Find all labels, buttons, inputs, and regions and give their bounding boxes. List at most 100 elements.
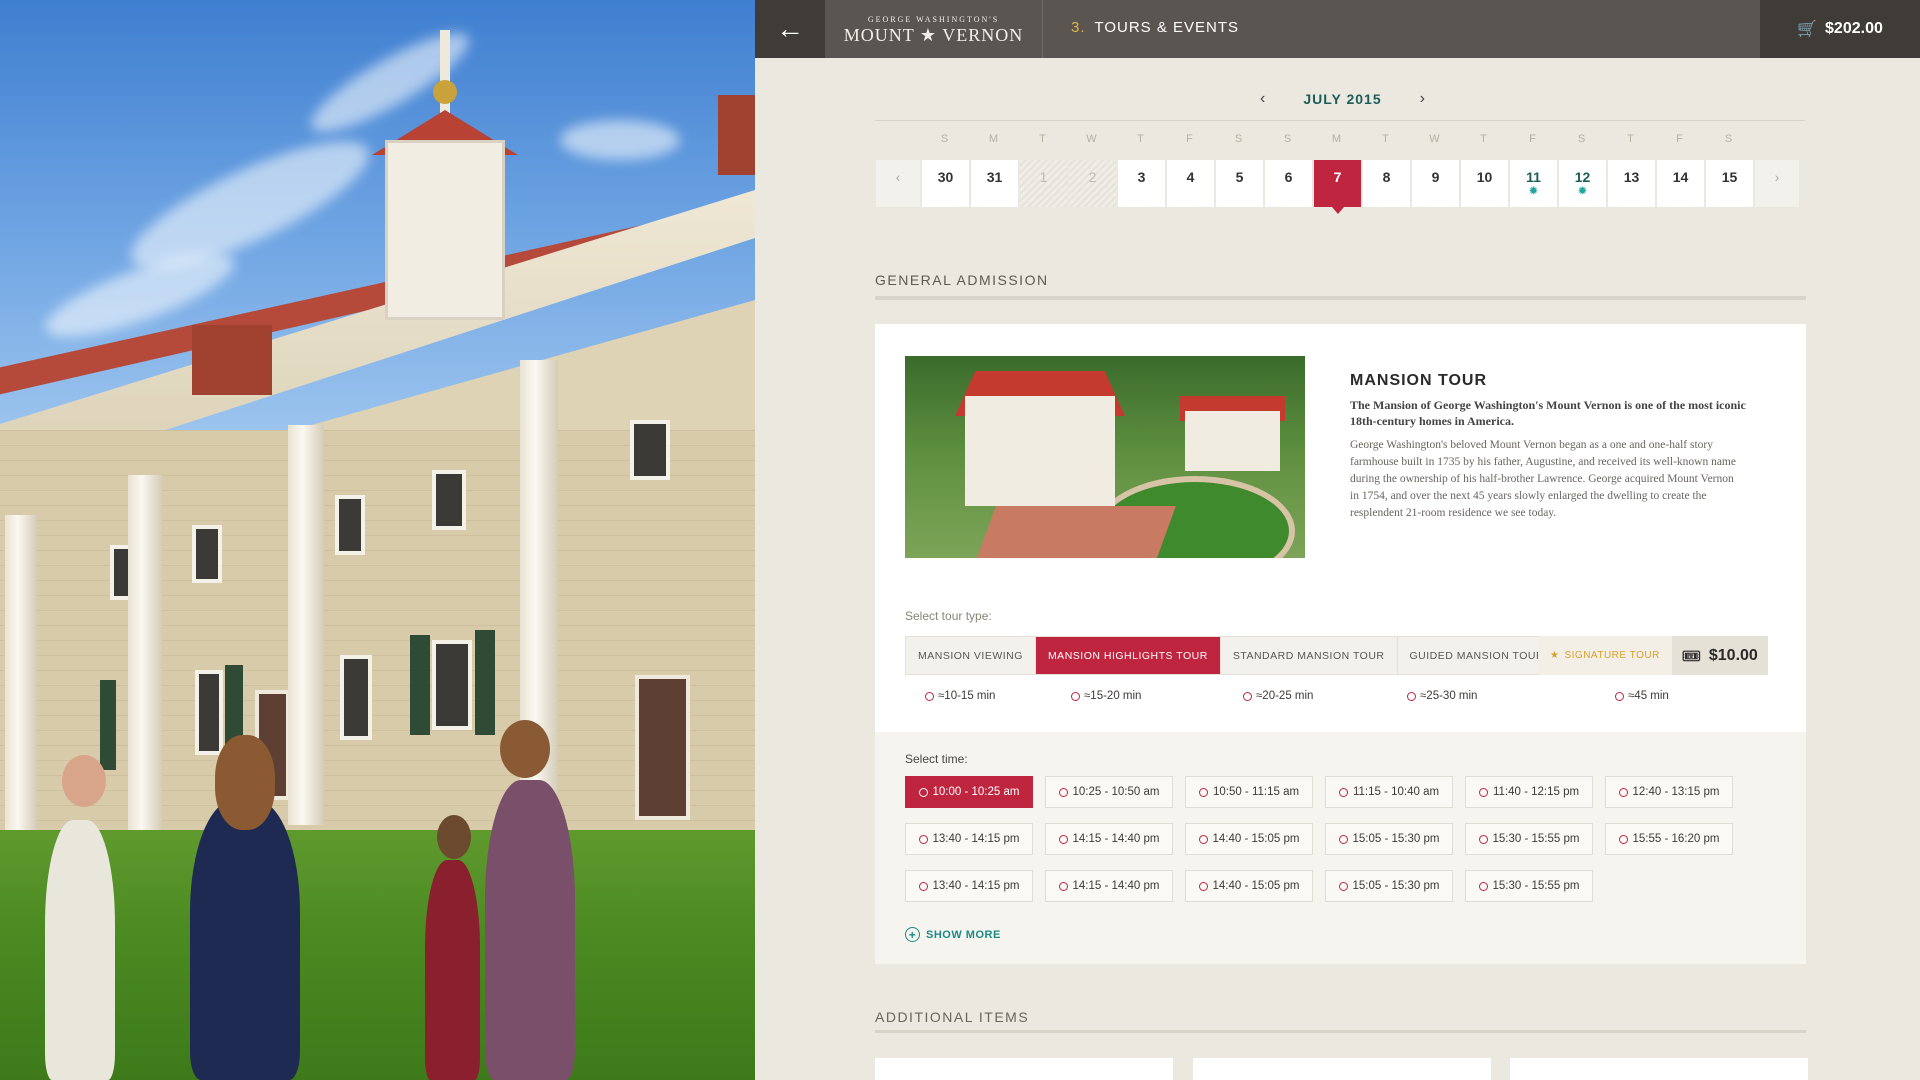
show-more-button[interactable]: + SHOW MORE <box>905 927 1001 942</box>
weekday-label: S <box>940 133 949 145</box>
date-cell[interactable]: 14 <box>1657 160 1704 207</box>
weekday-label: S <box>1577 133 1586 145</box>
tour-type-tab[interactable]: MANSION VIEWING <box>906 637 1036 674</box>
clock-icon <box>1615 691 1624 701</box>
date-number: 10 <box>1476 169 1493 185</box>
time-slot-label: 15:30 - 15:55 pm <box>1492 880 1580 892</box>
next-week-button[interactable]: › <box>1755 160 1799 207</box>
clock-icon <box>1478 881 1488 891</box>
tour-type-selector: MANSION VIEWING MANSION HIGHLIGHTS TOUR ST… <box>905 636 1559 675</box>
time-slot-button[interactable]: 13:40 - 14:15 pm <box>905 823 1033 855</box>
date-cell[interactable]: 4 <box>1167 160 1214 207</box>
weekday-label: W <box>1086 133 1097 145</box>
duration-text: ≈15-20 min <box>1084 690 1142 702</box>
date-number: 31 <box>986 169 1003 185</box>
time-slot-button[interactable]: 14:15 - 14:40 pm <box>1045 823 1173 855</box>
time-slot-button[interactable]: 11:40 - 12:15 pm <box>1465 776 1593 808</box>
time-slot-button[interactable]: 11:15 - 10:40 am <box>1325 776 1453 808</box>
time-slot-label: 13:40 - 14:15 pm <box>932 880 1020 892</box>
time-slot-button[interactable]: 14:40 - 15:05 pm <box>1185 870 1313 902</box>
cart-button[interactable]: 🛒 $202.00 <box>1760 0 1920 58</box>
logo-title: MOUNT ★ VERNON <box>843 25 1024 45</box>
weekday-label: T <box>1137 133 1144 145</box>
plus-circle-icon: + <box>905 927 920 942</box>
date-number: 13 <box>1623 169 1640 185</box>
time-slot-button[interactable]: 15:05 - 15:30 pm <box>1325 823 1453 855</box>
date-cell[interactable]: 12 ✹ <box>1559 160 1606 207</box>
logo-tagline: GEORGE WASHINGTON'S <box>867 15 1000 24</box>
tour-duration: ≈20-25 min <box>1243 690 1313 702</box>
prev-month-button[interactable]: ‹ <box>1260 90 1265 108</box>
date-cell[interactable]: 11 ✹ <box>1510 160 1557 207</box>
date-number: 1 <box>1039 169 1048 185</box>
additional-item-card[interactable] <box>1193 1058 1491 1080</box>
logo[interactable]: GEORGE WASHINGTON'S MOUNT ★ VERNON <box>825 0 1043 58</box>
date-cell[interactable]: 15 <box>1706 160 1753 207</box>
signature-tour-label: ★ SIGNATURE TOUR <box>1538 636 1672 675</box>
clock-icon <box>1618 787 1628 797</box>
weekday-label: T <box>1382 133 1389 145</box>
clock-icon <box>1058 881 1068 891</box>
signature-tour-option[interactable]: ★ SIGNATURE TOUR 🎟 $10.00 <box>1538 636 1768 675</box>
calendar-divider <box>875 120 1805 121</box>
date-cell[interactable]: 3 <box>1118 160 1165 207</box>
time-slot-button[interactable]: 14:40 - 15:05 pm <box>1185 823 1313 855</box>
prev-week-button[interactable]: ‹ <box>876 160 920 207</box>
time-slot-button[interactable]: 15:05 - 15:30 pm <box>1325 870 1453 902</box>
additional-item-card[interactable] <box>875 1058 1173 1080</box>
time-slot-label: 11:15 - 10:40 am <box>1352 786 1440 798</box>
date-cell[interactable]: 9 <box>1412 160 1459 207</box>
arrow-left-icon: ← <box>776 13 804 44</box>
additional-divider <box>875 1030 1806 1033</box>
date-cell[interactable]: 7 <box>1314 160 1361 214</box>
clock-icon <box>1198 881 1208 891</box>
date-number: 15 <box>1721 169 1738 185</box>
tour-type-tab[interactable]: STANDARD MANSION TOUR <box>1220 637 1398 674</box>
date-cell[interactable]: 5 <box>1216 160 1263 207</box>
additional-item-card[interactable] <box>1510 1058 1808 1080</box>
date-number: 5 <box>1235 169 1244 185</box>
time-slot-label: 12:40 - 13:15 pm <box>1632 786 1720 798</box>
clock-icon <box>1058 787 1068 797</box>
tour-type-tab[interactable]: GUIDED MANSION TOUR <box>1397 637 1558 674</box>
back-button[interactable]: ← <box>755 0 825 58</box>
time-slot-label: 11:40 - 12:15 pm <box>1492 786 1580 798</box>
time-slot-label: 15:05 - 15:30 pm <box>1352 880 1440 892</box>
time-slot-button[interactable]: 14:15 - 14:40 pm <box>1045 870 1173 902</box>
time-slot-button[interactable]: 10:50 - 11:15 am <box>1185 776 1313 808</box>
tour-duration: ≈10-15 min <box>925 690 995 702</box>
event-marker-icon: ✹ <box>1578 186 1587 197</box>
duration-text: ≈20-25 min <box>1256 690 1314 702</box>
date-cell[interactable]: 13 <box>1608 160 1655 207</box>
date-number: 9 <box>1431 169 1440 185</box>
next-month-button[interactable]: › <box>1420 90 1425 108</box>
date-cell[interactable]: 8 <box>1363 160 1410 207</box>
date-cell[interactable]: 10 <box>1461 160 1508 207</box>
tour-type-label: Select tour type: <box>905 609 992 623</box>
time-slot-button[interactable]: 15:30 - 15:55 pm <box>1465 823 1593 855</box>
time-slot-button[interactable]: 15:55 - 16:20 pm <box>1605 823 1733 855</box>
date-strip: ‹ 30 31 1 2 3 4 5 6 7 8 9 10 11 ✹ 12 ✹ 13 14 15 › <box>876 160 1799 214</box>
clock-icon <box>918 881 928 891</box>
time-slot-button[interactable]: 13:40 - 14:15 pm <box>905 870 1033 902</box>
date-cell[interactable]: 6 <box>1265 160 1312 207</box>
date-cell[interactable]: 30 <box>922 160 969 207</box>
date-number: 7 <box>1333 169 1342 185</box>
time-slot-button[interactable]: 15:30 - 15:55 pm <box>1465 870 1593 902</box>
time-slot-label: 14:40 - 15:05 pm <box>1212 833 1300 845</box>
date-number: 30 <box>937 169 954 185</box>
duration-text: ≈10-15 min <box>938 690 996 702</box>
date-cell[interactable]: 31 <box>971 160 1018 207</box>
tour-lead: The Mansion of George Washington's Mount… <box>1350 398 1746 428</box>
current-month: JULY 2015 <box>1303 91 1382 107</box>
time-slot-label: 15:30 - 15:55 pm <box>1492 833 1580 845</box>
time-slot-button[interactable]: 12:40 - 13:15 pm <box>1605 776 1733 808</box>
star-icon: ★ <box>1550 650 1560 661</box>
clock-icon <box>918 834 928 844</box>
tour-type-tab[interactable]: MANSION HIGHLIGHTS TOUR <box>1035 637 1221 674</box>
weekday-label: S <box>1234 133 1243 145</box>
time-slot-button[interactable]: 10:25 - 10:50 am <box>1045 776 1173 808</box>
signature-price: 🎟 $10.00 <box>1671 636 1768 675</box>
mansion-tour-card: MANSION TOUR The Mansion of George Washi… <box>875 324 1806 964</box>
time-slot-button[interactable]: 10:00 - 10:25 am <box>905 776 1033 808</box>
